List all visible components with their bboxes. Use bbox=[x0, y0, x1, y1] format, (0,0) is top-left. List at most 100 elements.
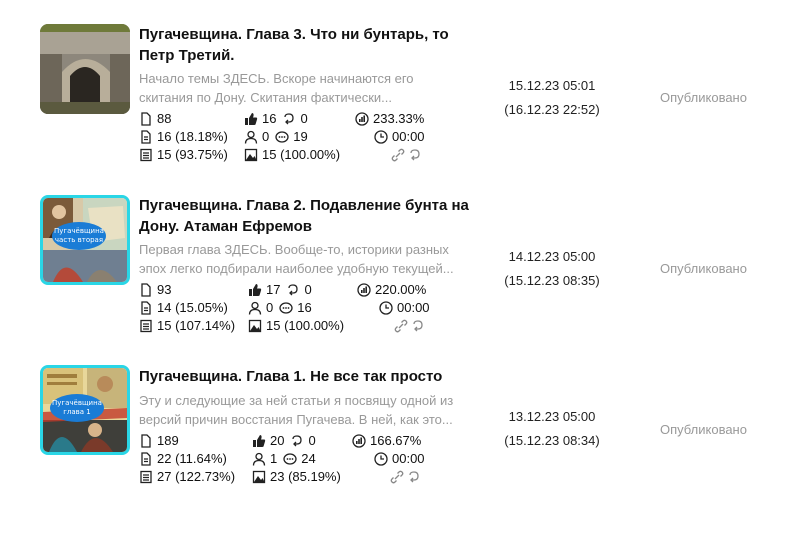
ctr-stat: 233.33% bbox=[355, 110, 424, 128]
article-excerpt: Первая глава ЗДЕСЬ. Вообще-то, историки … bbox=[139, 242, 454, 276]
full-reads-value: 15 (93.75%) bbox=[157, 147, 228, 162]
images-stat: 15 (100.00%) bbox=[244, 146, 340, 164]
full-reads-stat: 15 (93.75%) bbox=[139, 146, 228, 164]
person-icon bbox=[248, 301, 262, 315]
status-label: Опубликовано bbox=[660, 422, 747, 437]
thumbs-up-icon bbox=[248, 283, 262, 297]
read-time-stat: 00:00 bbox=[379, 299, 430, 317]
thumbnail-caption-line2: часть вторая bbox=[55, 236, 103, 244]
subscribers-value: 1 bbox=[270, 451, 278, 466]
subscribers-stat: 1 24 bbox=[252, 450, 316, 468]
ctr-value: 166.67% bbox=[370, 433, 422, 448]
ctr-badge-icon bbox=[357, 283, 371, 297]
link-icon[interactable] bbox=[391, 148, 405, 162]
thumbnail-caption-line2: глава 1 bbox=[63, 408, 91, 416]
document-lines-icon bbox=[139, 130, 153, 144]
repost-icon bbox=[282, 112, 296, 126]
images-value: 23 (85.19%) bbox=[270, 469, 341, 484]
article-thumbnail[interactable]: Пугачёвщина часть вторая bbox=[40, 195, 130, 285]
link-icon[interactable] bbox=[394, 319, 408, 333]
document-list-icon bbox=[139, 148, 153, 162]
reposts-value: 0 bbox=[304, 282, 312, 297]
thumbs-up-icon bbox=[244, 112, 258, 126]
full-reads-stat: 27 (122.73%) bbox=[139, 468, 235, 486]
reads-value: 22 (11.64%) bbox=[157, 451, 227, 466]
likes-value: 20 bbox=[270, 433, 285, 448]
full-reads-value: 15 (107.14%) bbox=[157, 318, 236, 333]
clock-icon bbox=[374, 130, 388, 144]
reads-value: 14 (15.05%) bbox=[157, 300, 228, 315]
person-icon bbox=[244, 130, 258, 144]
link-icon[interactable] bbox=[390, 470, 404, 484]
date-updated: (16.12.23 22:52) bbox=[504, 102, 600, 117]
date-published: 13.12.23 05:00 bbox=[508, 409, 596, 424]
document-list-icon bbox=[139, 470, 153, 484]
article-links[interactable] bbox=[394, 319, 425, 333]
subscribers-stat: 0 16 bbox=[248, 299, 312, 317]
article-thumbnail[interactable]: Пугачёвщина глава 1 bbox=[40, 365, 130, 455]
reads-stat: 14 (15.05%) bbox=[139, 299, 228, 317]
likes-stat: 20 0 bbox=[252, 432, 316, 450]
likes-stat: 17 0 bbox=[248, 281, 312, 299]
images-value: 15 (100.00%) bbox=[266, 318, 345, 333]
read-time-value: 00:00 bbox=[397, 300, 430, 315]
comment-icon bbox=[279, 301, 293, 315]
article-links[interactable] bbox=[390, 470, 421, 484]
repost-icon[interactable] bbox=[408, 148, 422, 162]
comment-icon bbox=[275, 130, 289, 144]
comments-value: 16 bbox=[297, 300, 312, 315]
article-row[interactable]: Пугачёвщина глава 1 Пугачевщина. Глава 1… bbox=[0, 365, 800, 535]
images-stat: 15 (100.00%) bbox=[248, 317, 344, 335]
repost-icon[interactable] bbox=[407, 470, 421, 484]
likes-stat: 16 0 bbox=[244, 110, 308, 128]
date-updated: (15.12.23 08:34) bbox=[504, 433, 600, 448]
document-list-icon bbox=[139, 319, 153, 333]
views-stat: 88 bbox=[139, 110, 171, 128]
person-icon bbox=[252, 452, 266, 466]
reposts-value: 0 bbox=[308, 433, 316, 448]
images-value: 15 (100.00%) bbox=[262, 147, 341, 162]
date-published: 14.12.23 05:00 bbox=[508, 249, 596, 264]
ctr-badge-icon bbox=[352, 434, 366, 448]
article-excerpt: Эту и следующие за ней статьи я посвящу … bbox=[139, 393, 454, 427]
comment-icon bbox=[283, 452, 297, 466]
image-icon bbox=[248, 319, 262, 333]
article-row[interactable]: Пугачевщина. Глава 3. Что ни бунтарь, то… bbox=[0, 24, 800, 194]
article-excerpt: Начало темы ЗДЕСЬ. Вскоре начинаются его… bbox=[139, 71, 414, 105]
views-stat: 189 bbox=[139, 432, 179, 450]
status-label: Опубликовано bbox=[660, 90, 747, 105]
subscribers-stat: 0 19 bbox=[244, 128, 308, 146]
likes-value: 16 bbox=[262, 111, 277, 126]
document-icon bbox=[139, 112, 153, 126]
article-row[interactable]: Пугачёвщина часть вторая Пугачевщина. Гл… bbox=[0, 195, 800, 365]
document-lines-icon bbox=[139, 301, 153, 315]
likes-value: 17 bbox=[266, 282, 281, 297]
article-title[interactable]: Пугачевщина. Глава 2. Подавление бунта н… bbox=[139, 195, 469, 237]
subscribers-value: 0 bbox=[266, 300, 274, 315]
repost-icon[interactable] bbox=[411, 319, 425, 333]
full-reads-value: 27 (122.73%) bbox=[157, 469, 236, 484]
reads-stat: 22 (11.64%) bbox=[139, 450, 227, 468]
article-links[interactable] bbox=[391, 148, 422, 162]
date-published: 15.12.23 05:01 bbox=[508, 78, 596, 93]
thumbnail-caption-line1: Пугачёвщина bbox=[52, 399, 102, 407]
full-reads-stat: 15 (107.14%) bbox=[139, 317, 235, 335]
ctr-stat: 166.67% bbox=[352, 432, 421, 450]
ctr-value: 220.00% bbox=[375, 282, 427, 297]
views-value: 88 bbox=[157, 111, 172, 126]
document-lines-icon bbox=[139, 452, 153, 466]
document-icon bbox=[139, 283, 153, 297]
comments-value: 19 bbox=[293, 129, 308, 144]
views-value: 189 bbox=[157, 433, 179, 448]
document-icon bbox=[139, 434, 153, 448]
read-time-stat: 00:00 bbox=[374, 450, 425, 468]
article-title[interactable]: Пугачевщина. Глава 1. Не все так просто bbox=[139, 366, 469, 387]
subscribers-value: 0 bbox=[262, 129, 270, 144]
thumbnail-caption-line1: Пугачёвщина bbox=[54, 227, 104, 235]
clock-icon bbox=[374, 452, 388, 466]
article-thumbnail[interactable] bbox=[40, 24, 130, 114]
comments-value: 24 bbox=[301, 451, 316, 466]
thumbs-up-icon bbox=[252, 434, 266, 448]
date-updated: (15.12.23 08:35) bbox=[504, 273, 600, 288]
article-title[interactable]: Пугачевщина. Глава 3. Что ни бунтарь, то… bbox=[139, 24, 469, 66]
